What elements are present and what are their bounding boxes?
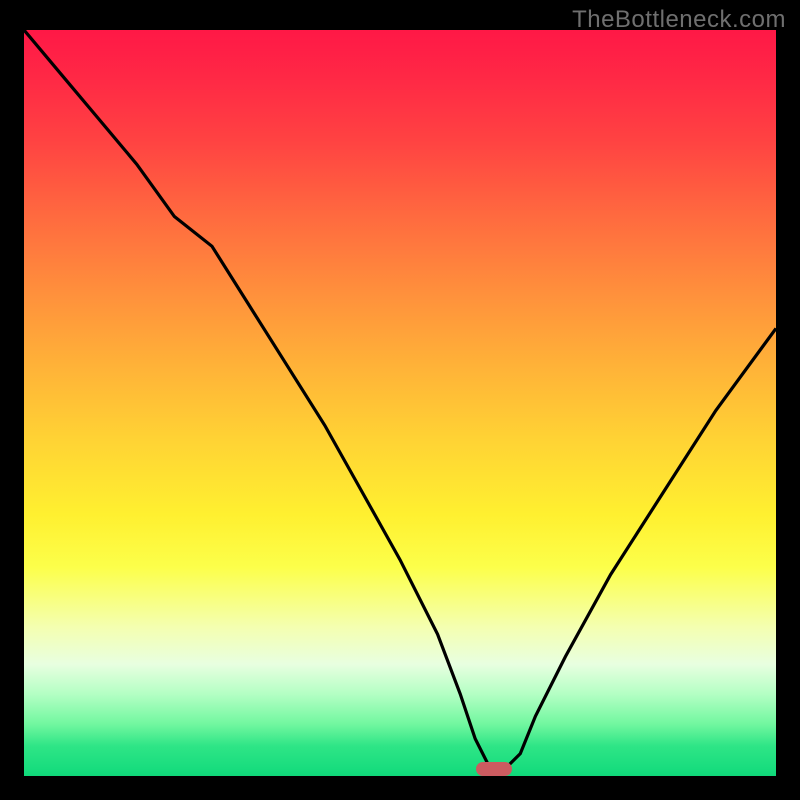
- bottleneck-curve: [24, 30, 776, 776]
- plot-area: [24, 30, 776, 776]
- chart-frame: TheBottleneck.com: [0, 0, 800, 800]
- curve-path: [24, 30, 776, 769]
- optimal-point-marker: [476, 762, 512, 776]
- watermark-text: TheBottleneck.com: [572, 6, 786, 34]
